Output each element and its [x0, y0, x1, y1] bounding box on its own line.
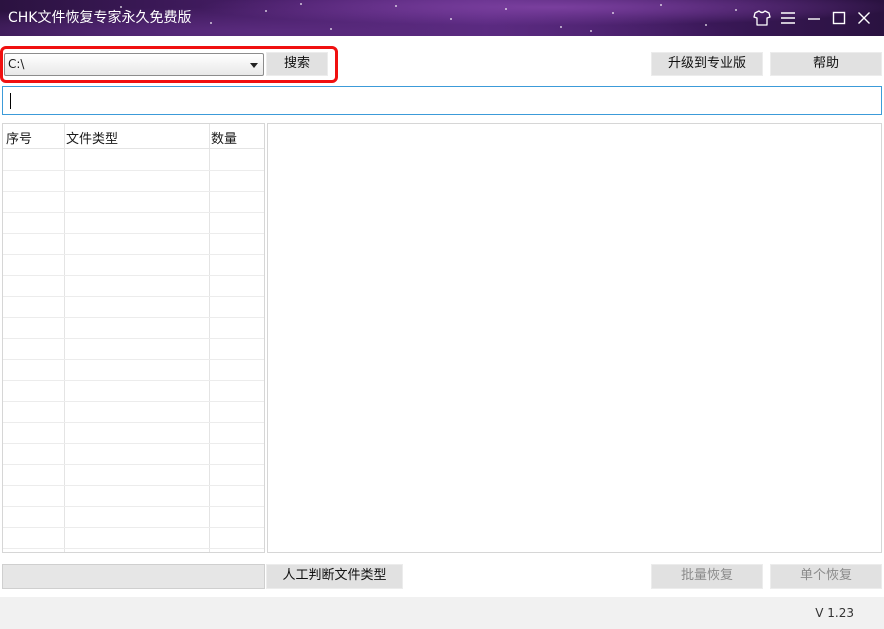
- empty-row-line: [3, 422, 264, 423]
- empty-row-line: [3, 485, 264, 486]
- empty-row-line: [3, 233, 264, 234]
- menu-icon[interactable]: [778, 8, 798, 28]
- empty-row-line: [3, 317, 264, 318]
- empty-row-line: [3, 338, 264, 339]
- status-bar: V 1.23: [0, 597, 884, 629]
- batch-restore-button[interactable]: 批量恢复: [651, 564, 763, 589]
- progress-bar: [2, 564, 265, 589]
- upgrade-button[interactable]: 升级到专业版: [651, 52, 763, 76]
- empty-row-line: [3, 443, 264, 444]
- text-caret: [10, 93, 11, 109]
- version-label: V 1.23: [815, 606, 854, 620]
- empty-row-line: [3, 548, 264, 549]
- close-icon[interactable]: [854, 8, 874, 28]
- column-header-index[interactable]: 序号: [6, 128, 32, 147]
- list-header: 序号 文件类型 数量: [3, 124, 264, 149]
- detail-panel: [267, 123, 882, 553]
- title-bar: CHK文件恢复专家永久免费版: [0, 0, 884, 36]
- skin-shirt-icon[interactable]: [752, 8, 772, 28]
- empty-row-line: [3, 191, 264, 192]
- empty-row-line: [3, 296, 264, 297]
- empty-row-line: [3, 275, 264, 276]
- maximize-icon[interactable]: [829, 8, 849, 28]
- empty-row-line: [3, 380, 264, 381]
- window-title: CHK文件恢复专家永久免费版: [8, 10, 192, 26]
- column-header-count[interactable]: 数量: [211, 128, 237, 147]
- empty-row-line: [3, 359, 264, 360]
- search-button[interactable]: 搜索: [266, 52, 328, 76]
- column-header-file-type[interactable]: 文件类型: [66, 128, 118, 147]
- path-input[interactable]: [2, 86, 882, 115]
- drive-select-value: C:\: [8, 57, 25, 71]
- single-restore-button[interactable]: 单个恢复: [770, 564, 882, 589]
- chevron-down-icon: [250, 63, 258, 68]
- drive-select[interactable]: C:\: [4, 53, 264, 76]
- empty-row-line: [3, 506, 264, 507]
- empty-row-line: [3, 401, 264, 402]
- manual-identify-button[interactable]: 人工判断文件类型: [266, 564, 403, 589]
- empty-row-line: [3, 170, 264, 171]
- empty-row-line: [3, 254, 264, 255]
- help-button[interactable]: 帮助: [770, 52, 882, 76]
- file-type-list[interactable]: 序号 文件类型 数量: [2, 123, 265, 553]
- empty-row-line: [3, 212, 264, 213]
- empty-row-line: [3, 527, 264, 528]
- minimize-icon[interactable]: [804, 8, 824, 28]
- empty-row-line: [3, 464, 264, 465]
